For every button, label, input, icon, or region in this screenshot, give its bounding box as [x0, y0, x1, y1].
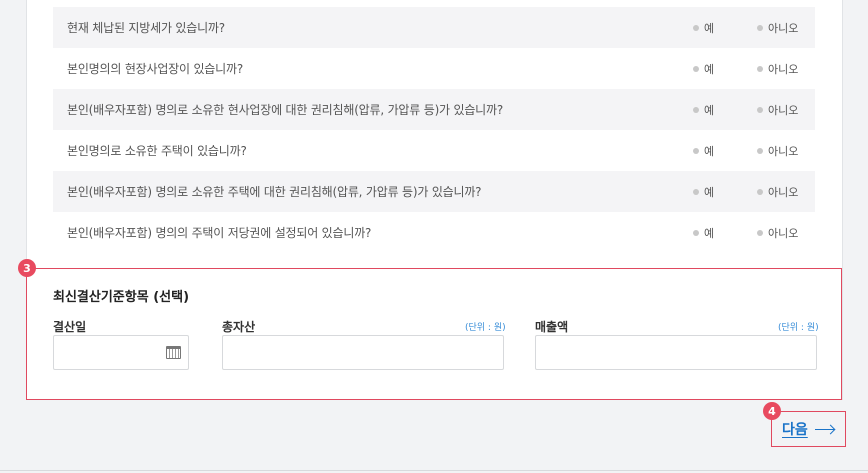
next-label: 다음 — [782, 422, 808, 438]
question-list: 현재 체납된 지방세가 있습니까? 예 아니오 본인명의의 현장사업장이 있습니… — [53, 7, 815, 253]
yes-label: 예 — [704, 103, 715, 117]
yes-label: 예 — [704, 144, 715, 158]
no-label: 아니오 — [768, 103, 799, 117]
radio-dot-icon — [757, 106, 763, 113]
arrow-right-icon — [814, 425, 835, 433]
yes-radio[interactable]: 예 — [693, 20, 714, 36]
radio-dot-icon — [693, 188, 699, 195]
radio-dot-icon — [757, 188, 763, 195]
radio-dot-icon — [693, 24, 699, 31]
no-label: 아니오 — [768, 226, 799, 240]
yes-radio[interactable]: 예 — [693, 61, 714, 77]
question-text: 본인(배우자포함) 명의로 소유한 현사업장에 대한 권리침해(압류, 가압류 … — [67, 103, 504, 117]
no-label: 아니오 — [768, 62, 799, 76]
sales-field[interactable] — [535, 335, 817, 370]
question-row: 본인명의의 현장사업장이 있습니까? 예 아니오 — [53, 48, 815, 89]
total-assets-label: 총자산 — [222, 320, 256, 334]
calendar-icon[interactable] — [166, 346, 181, 359]
yes-label: 예 — [704, 185, 715, 199]
total-assets-unit: (단위 : 원) — [465, 323, 506, 333]
yes-radio[interactable]: 예 — [693, 102, 714, 118]
settlement-date-label: 결산일 — [53, 320, 87, 334]
radio-dot-icon — [693, 229, 699, 236]
radio-dot-icon — [693, 65, 699, 72]
no-radio[interactable]: 아니오 — [757, 225, 798, 241]
question-text: 현재 체납된 지방세가 있습니까? — [67, 21, 225, 35]
sales-label: 매출액 — [535, 320, 569, 334]
yes-label: 예 — [704, 21, 715, 35]
question-row: 본인(배우자포함) 명의로 소유한 주택에 대한 권리침해(압류, 가압류 등)… — [53, 171, 815, 212]
question-text: 본인명의로 소유한 주택이 있습니까? — [67, 144, 247, 158]
yes-radio[interactable]: 예 — [693, 225, 714, 241]
no-radio[interactable]: 아니오 — [757, 143, 798, 159]
step-badge-3: 3 — [18, 259, 36, 277]
step-badge-4: 4 — [763, 402, 781, 420]
radio-dot-icon — [693, 106, 699, 113]
question-text: 본인(배우자포함) 명의로 소유한 주택에 대한 권리침해(압류, 가압류 등)… — [67, 185, 482, 199]
question-row: 본인(배우자포함) 명의로 소유한 현사업장에 대한 권리침해(압류, 가압류 … — [53, 89, 815, 130]
question-row: 본인(배우자포함) 명의의 주택이 저당권에 설정되어 있습니까? 예 아니오 — [53, 212, 815, 253]
question-row: 현재 체납된 지방세가 있습니까? 예 아니오 — [53, 7, 815, 48]
sales-input[interactable] — [536, 336, 816, 369]
yes-radio[interactable]: 예 — [693, 184, 714, 200]
radio-dot-icon — [757, 24, 763, 31]
radio-dot-icon — [757, 229, 763, 236]
no-label: 아니오 — [768, 21, 799, 35]
no-radio[interactable]: 아니오 — [757, 102, 798, 118]
no-label: 아니오 — [768, 185, 799, 199]
yes-radio[interactable]: 예 — [693, 143, 714, 159]
total-assets-input[interactable] — [223, 336, 503, 369]
yes-label: 예 — [704, 226, 715, 240]
no-label: 아니오 — [768, 144, 799, 158]
question-text: 본인명의의 현장사업장이 있습니까? — [67, 62, 243, 76]
total-assets-field[interactable] — [222, 335, 504, 370]
divider — [0, 470, 868, 471]
question-text: 본인(배우자포함) 명의의 주택이 저당권에 설정되어 있습니까? — [67, 226, 372, 240]
radio-dot-icon — [757, 147, 763, 154]
no-radio[interactable]: 아니오 — [757, 61, 798, 77]
sales-unit: (단위 : 원) — [778, 323, 819, 333]
no-radio[interactable]: 아니오 — [757, 20, 798, 36]
section-title: 최신결산기준항목 (선택) — [53, 290, 190, 305]
question-row: 본인명의로 소유한 주택이 있습니까? 예 아니오 — [53, 130, 815, 171]
no-radio[interactable]: 아니오 — [757, 184, 798, 200]
radio-dot-icon — [693, 147, 699, 154]
radio-dot-icon — [757, 65, 763, 72]
yes-label: 예 — [704, 62, 715, 76]
settlement-date-field[interactable] — [53, 335, 189, 370]
next-button[interactable]: 다음 — [771, 411, 846, 447]
